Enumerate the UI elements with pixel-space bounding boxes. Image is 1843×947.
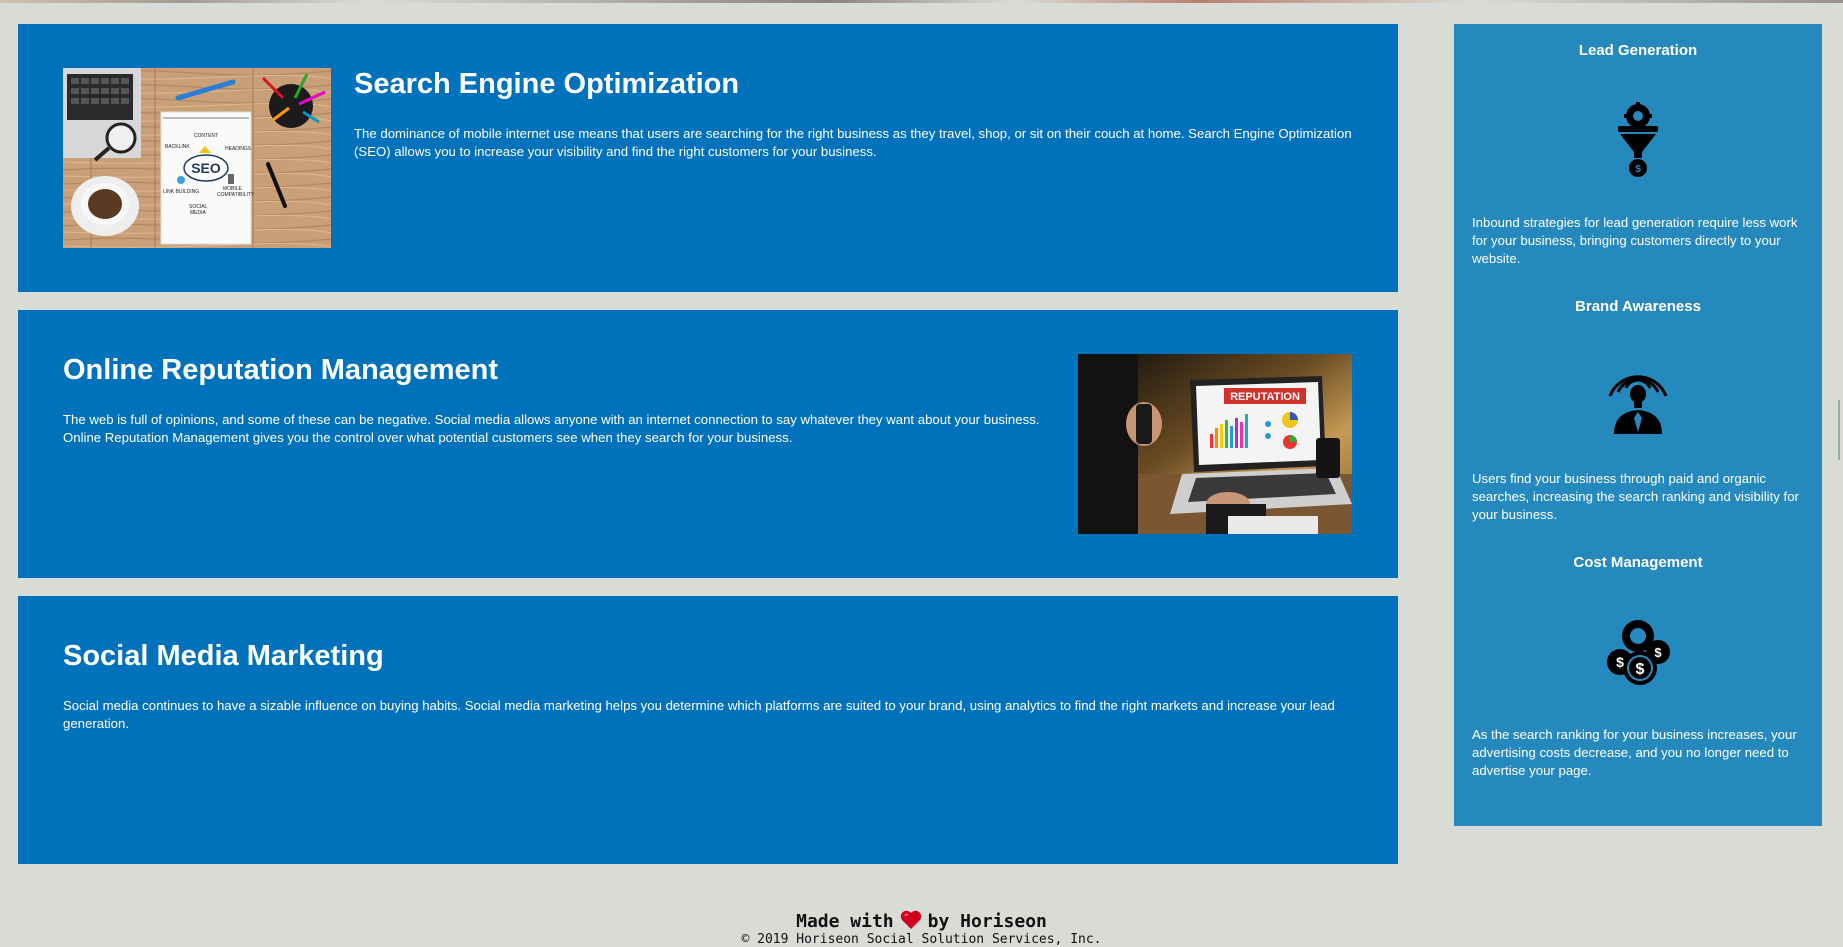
copyright: © 2019 Horiseon Social Solution Services…	[741, 932, 1102, 947]
smm-title: Social Media Marketing	[63, 640, 384, 672]
seo-image-content-label: CONTENT	[194, 133, 218, 139]
brand-awareness-lightbulb-icon	[1602, 358, 1674, 434]
brand-awareness-text: Users find your business through paid an…	[1472, 471, 1799, 522]
seo-image-headings-label: HEADINGS	[225, 146, 252, 152]
seo-image-media-label: MEDIA	[190, 210, 207, 216]
svg-text:$: $	[1654, 645, 1662, 660]
svg-text:$: $	[1635, 164, 1641, 175]
cost-management-title: Cost Management	[1573, 554, 1703, 571]
svg-text:$: $	[1616, 654, 1624, 670]
seo-title: Search Engine Optimization	[354, 68, 740, 100]
lead-generation-text: Inbound strategies for lead generation r…	[1472, 215, 1798, 266]
section-social-media-marketing: Social Media Marketing Social media cont…	[18, 596, 1398, 864]
seo-image-compat-label: COMPATIBILITY	[217, 192, 255, 198]
seo-description: The dominance of mobile internet use mea…	[354, 126, 1352, 159]
svg-text:$: $	[1636, 661, 1645, 678]
lead-generation-title: Lead Generation	[1578, 42, 1698, 59]
benefits-sidebar: Lead Generation $ Inbound strategies for…	[1454, 24, 1822, 826]
lead-generation-funnel-icon: $	[1602, 102, 1674, 178]
smm-description: Social media continues to have a sizable…	[63, 698, 1335, 731]
cost-management-coins-icon: $ $ $	[1602, 614, 1674, 690]
made-with-text: Made with	[796, 911, 894, 932]
scrollbar-hint[interactable]	[1838, 400, 1840, 460]
seo-image: SEO CONTENT BACKLINK HEADINGS LINK BUILD…	[63, 68, 331, 248]
section-online-reputation-management: Online Reputation Management The web is …	[18, 310, 1398, 578]
top-border-strip	[0, 0, 1843, 3]
orm-description: The web is full of opinions, and some of…	[63, 412, 1040, 445]
reputation-image-label: REPUTATION	[1230, 391, 1300, 403]
section-search-engine-optimization: SEO CONTENT BACKLINK HEADINGS LINK BUILD…	[18, 24, 1398, 292]
seo-image-backlink-label: BACKLINK	[165, 144, 190, 150]
brand-awareness-title: Brand Awareness	[1575, 298, 1701, 315]
reputation-image: REPUTATION	[1078, 354, 1352, 534]
orm-title: Online Reputation Management	[63, 354, 499, 386]
seo-image-label: SEO	[191, 160, 221, 176]
by-horiseon-text: by Horiseon	[927, 911, 1047, 932]
cost-management-text: As the search ranking for your business …	[1472, 727, 1797, 778]
seo-image-linkbuilding-label: LINK BUILDING	[163, 189, 199, 195]
